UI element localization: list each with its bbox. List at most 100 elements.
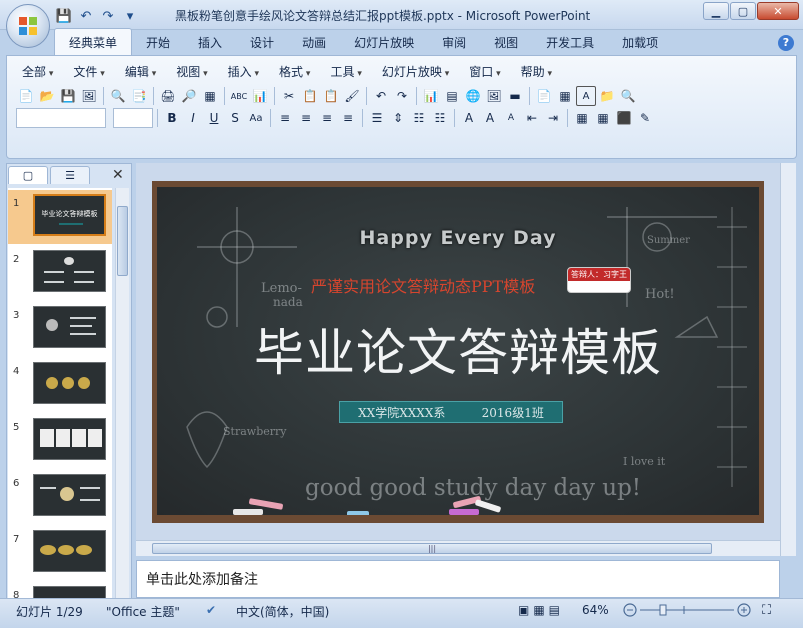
vertical-scrollbar[interactable] [780,163,796,556]
language-indicator[interactable]: 中文(简体，中国) [236,603,329,620]
spelling-icon[interactable]: ABC [229,86,249,106]
redo-icon[interactable]: ↷ [100,8,116,24]
theme-name[interactable]: "Office 主题" [106,603,180,620]
table-icon[interactable]: ▤ [442,86,462,106]
grid-icon[interactable]: ▦ [200,86,220,106]
new-icon[interactable]: 📄 [16,86,36,106]
slide-thumbnail[interactable]: 4 [8,358,112,412]
tab-developer[interactable]: 开发工具 [532,30,608,55]
shape-outline-icon[interactable]: ✎ [635,108,655,128]
align-left-icon[interactable]: ≡ [275,108,295,128]
class-info-bar[interactable]: XX学院XXXX系 2016级1班 [339,401,563,423]
paste-icon[interactable]: 📋 [321,86,341,106]
slide-thumbnail[interactable]: 6 [8,470,112,524]
open-icon[interactable]: 📂 [37,86,57,106]
tab-view[interactable]: 视图 [480,30,532,55]
zoom-icon[interactable]: 🔍 [618,86,638,106]
hyperlink-icon[interactable]: 🌐 [463,86,483,106]
tab-home[interactable]: 开始 [132,30,184,55]
slide-thumbnail[interactable]: 7 [8,526,112,580]
picture-icon[interactable]: 🖼 [484,86,504,106]
menu-help[interactable]: 帮助 [511,63,562,80]
zoom-slider[interactable] [622,602,752,618]
decrease-indent-icon[interactable]: ⇤ [522,108,542,128]
shadow-button[interactable]: S [225,108,245,128]
slide-thumbnail[interactable]: 3 [8,302,112,356]
copy-icon[interactable]: 📋 [300,86,320,106]
tab-design[interactable]: 设计 [236,30,288,55]
research-icon[interactable]: 📊 [250,86,270,106]
save-icon[interactable]: 💾 [56,8,72,24]
menu-edit[interactable]: 编辑 [115,63,166,80]
format-painter-icon[interactable]: 🖌 [342,86,362,106]
chart-icon[interactable]: 📊 [421,86,441,106]
quick-styles-icon[interactable]: ▦ [593,108,613,128]
numbering-icon[interactable]: ☷ [409,108,429,128]
slide-thumbnail[interactable]: 1 毕业论文答辩模板 [8,190,112,244]
menu-window[interactable]: 窗口 [459,63,510,80]
customize-qat-icon[interactable]: ▾ [122,8,138,24]
font-color-icon[interactable]: A [459,108,479,128]
help-icon[interactable]: ? [778,35,794,51]
horizontal-scrollbar[interactable]: ||| [136,540,780,556]
change-case-button[interactable]: Aa [246,108,266,128]
cut-icon[interactable]: ✂ [279,86,299,106]
thumbnail-scrollbar[interactable] [115,188,129,598]
image-icon[interactable]: 🖼 [79,86,99,106]
print-preview-icon[interactable]: 🔎 [179,86,199,106]
columns-icon[interactable]: ☰ [367,108,387,128]
slide-subtitle[interactable]: 严谨实用论文答辩动态PPT模板 [311,273,535,297]
shrink-font-icon[interactable]: A [501,108,521,128]
save-toolbar-icon[interactable]: 💾 [58,86,78,106]
slide-thumbnail[interactable]: 8 [8,582,112,598]
current-slide[interactable]: Happy Every Day Lemo- nada Hot! Strawber… [152,181,764,523]
fit-window-icon[interactable]: ⛶ [762,603,771,618]
tab-slideshow[interactable]: 幻灯片放映 [340,30,428,55]
tab-animation[interactable]: 动画 [288,30,340,55]
zoom-level[interactable]: 64% [582,603,609,617]
tab-classic-menu[interactable]: 经典菜单 [54,28,133,55]
tab-slides[interactable]: ▢ [8,166,48,184]
align-right-icon[interactable]: ≡ [317,108,337,128]
increase-indent-icon[interactable]: ⇥ [543,108,563,128]
notes-placeholder[interactable]: 单击此处添加备注 [146,569,258,589]
text-direction-icon[interactable]: ⇕ [388,108,408,128]
redo-toolbar-icon[interactable]: ↷ [392,86,412,106]
arrange-icon[interactable]: ▦ [572,108,592,128]
tab-review[interactable]: 审阅 [428,30,480,55]
justify-icon[interactable]: ≡ [338,108,358,128]
slide-thumbnail[interactable]: 5 [8,414,112,468]
menu-format[interactable]: 格式 [269,63,320,80]
scroll-thumb[interactable]: ||| [152,543,712,554]
slide-thumbnail[interactable]: 2 [8,246,112,300]
close-panel-icon[interactable]: ✕ [112,167,124,183]
menu-slideshow[interactable]: 幻灯片放映 [372,63,459,80]
menu-all[interactable]: 全部 [12,63,63,80]
grow-font-icon[interactable]: A [480,108,500,128]
view-buttons[interactable]: ▣▦▤ [518,603,564,617]
font-name-select[interactable] [16,108,106,128]
tab-outline[interactable]: ☰ [50,166,90,184]
slide-title[interactable]: 毕业论文答辩模板 [157,313,759,385]
new-slide-icon[interactable]: 📄 [534,86,554,106]
tab-addins[interactable]: 加载项 [608,30,672,55]
bold-button[interactable]: B [162,108,182,128]
align-center-icon[interactable]: ≡ [296,108,316,128]
textbox-icon[interactable]: A [576,86,596,106]
close-button[interactable]: ✕ [757,2,799,20]
underline-button[interactable]: U [204,108,224,128]
print-icon[interactable]: 🖨 [158,86,178,106]
scroll-thumb[interactable] [117,206,128,276]
menu-view[interactable]: 视图 [166,63,217,80]
layout-icon[interactable]: ▦ [555,86,575,106]
folder-icon[interactable]: 📁 [597,86,617,106]
spellcheck-icon[interactable]: ✔ [206,603,216,617]
maximize-button[interactable]: ▢ [730,2,756,20]
office-button[interactable] [6,4,50,48]
menu-file[interactable]: 文件 [63,63,114,80]
tab-insert[interactable]: 插入 [184,30,236,55]
permission-icon[interactable]: 🔍 [108,86,128,106]
fill-color-icon[interactable]: ▬ [505,86,525,106]
menu-tools[interactable]: 工具 [320,63,371,80]
bullets-icon[interactable]: ☷ [430,108,450,128]
